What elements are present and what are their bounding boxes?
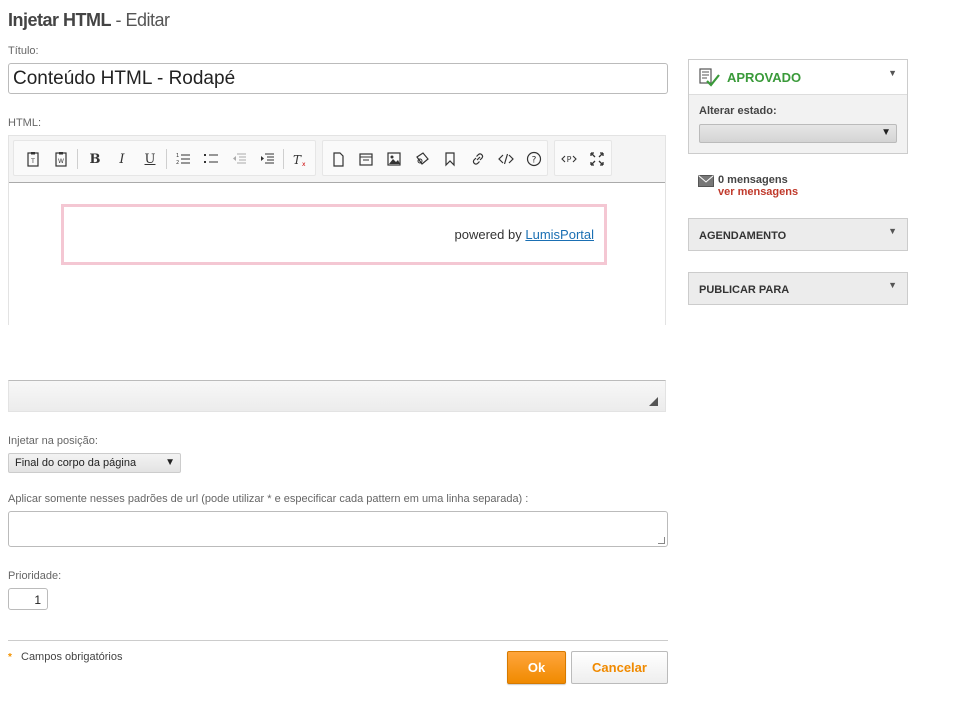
- editor-statusbar: [8, 380, 666, 412]
- numbered-list-icon[interactable]: 12: [174, 150, 192, 168]
- paste-word-icon[interactable]: W: [52, 150, 70, 168]
- decrease-indent-icon[interactable]: [230, 150, 248, 168]
- embed-icon[interactable]: P: [560, 150, 578, 168]
- title-input[interactable]: [8, 63, 668, 94]
- templates-icon[interactable]: [357, 150, 375, 168]
- underline-icon[interactable]: U: [141, 150, 159, 168]
- svg-text:P: P: [567, 155, 572, 164]
- textarea-resize-grip[interactable]: [658, 537, 665, 544]
- required-fields-note: Campos obrigatórios: [21, 651, 123, 663]
- priority-input[interactable]: 1: [8, 588, 48, 610]
- remove-format-icon[interactable]: Tx: [291, 150, 309, 168]
- view-messages-link[interactable]: ver mensagens: [718, 186, 798, 198]
- publish-to-panel[interactable]: PUBLICAR PARA ▼: [688, 272, 908, 305]
- scheduling-panel[interactable]: AGENDAMENTO ▼: [688, 218, 908, 251]
- powered-by-text: powered by LumisPortal: [455, 227, 594, 242]
- scheduling-panel-title: AGENDAMENTO: [699, 230, 787, 242]
- envelope-icon: [698, 174, 714, 192]
- page-title: Injetar HTML - Editar: [8, 10, 170, 31]
- toolbar-separator: [77, 149, 78, 169]
- editor-resize-handle[interactable]: [649, 397, 658, 406]
- position-label: Injetar na posição:: [8, 435, 98, 447]
- toolbar-group-format: T W B I U 12 Tx: [13, 140, 316, 176]
- status-title: APROVADO: [727, 70, 802, 85]
- svg-text:T: T: [293, 153, 302, 167]
- svg-text:1: 1: [176, 153, 179, 159]
- editor-toolbar: T W B I U 12 Tx ? P: [9, 136, 665, 183]
- position-selected-value: Final do corpo da página: [15, 457, 137, 469]
- toolbar-group-tools: P: [554, 140, 612, 176]
- italic-icon[interactable]: I: [113, 150, 131, 168]
- toolbar-separator: [166, 149, 167, 169]
- collapse-arrow-icon[interactable]: ▼: [888, 280, 897, 290]
- toolbar-separator: [283, 149, 284, 169]
- source-code-icon[interactable]: [497, 150, 515, 168]
- status-panel-header[interactable]: APROVADO ▼: [689, 60, 907, 95]
- page-title-main: Injetar HTML: [8, 10, 112, 30]
- lumisportal-link[interactable]: LumisPortal: [525, 227, 594, 242]
- editor-content-area[interactable]: powered by LumisPortal: [9, 183, 665, 325]
- help-icon[interactable]: ?: [525, 150, 543, 168]
- cancel-button[interactable]: Cancelar: [571, 651, 668, 684]
- svg-text:?: ?: [532, 156, 537, 166]
- new-page-icon[interactable]: [329, 150, 347, 168]
- injected-html-preview: powered by LumisPortal: [61, 204, 607, 265]
- required-marker: *: [8, 652, 12, 663]
- messages-count: 0 mensagens: [718, 174, 788, 186]
- link-icon[interactable]: [469, 150, 487, 168]
- alter-state-select[interactable]: ▼: [699, 124, 897, 143]
- html-label: HTML:: [8, 117, 41, 129]
- svg-text:2: 2: [176, 160, 179, 166]
- dropdown-arrow-icon: ▼: [165, 457, 175, 468]
- position-select[interactable]: Final do corpo da página ▼: [8, 453, 181, 473]
- bookmark-icon[interactable]: [441, 150, 459, 168]
- dropdown-arrow-icon: ▼: [881, 127, 891, 138]
- image-icon[interactable]: [385, 150, 403, 168]
- powered-by-label: powered by: [454, 227, 522, 242]
- alter-state-label: Alterar estado:: [699, 105, 777, 117]
- publish-to-panel-title: PUBLICAR PARA: [699, 284, 790, 296]
- collapse-arrow-icon[interactable]: ▼: [888, 68, 897, 78]
- bulleted-list-icon[interactable]: [202, 150, 220, 168]
- status-panel: APROVADO ▼ Alterar estado: ▼: [688, 59, 908, 154]
- anchor-icon[interactable]: [413, 150, 431, 168]
- paste-text-icon[interactable]: T: [24, 150, 42, 168]
- svg-text:x: x: [302, 161, 306, 167]
- title-label: Título:: [8, 45, 39, 57]
- ok-button[interactable]: Ok: [507, 651, 566, 684]
- toolbar-group-insert: ?: [322, 140, 548, 176]
- bold-icon[interactable]: B: [86, 150, 104, 168]
- maximize-icon[interactable]: [588, 150, 606, 168]
- svg-text:W: W: [58, 158, 64, 165]
- html-editor: T W B I U 12 Tx ? P powered by LumisPort…: [8, 135, 666, 325]
- form-divider: [8, 640, 668, 641]
- url-patterns-textarea[interactable]: [8, 511, 668, 547]
- collapse-arrow-icon[interactable]: ▼: [888, 226, 897, 236]
- priority-label: Prioridade:: [8, 570, 62, 582]
- page-title-sub: - Editar: [115, 10, 171, 30]
- url-patterns-label: Aplicar somente nesses padrões de url (p…: [8, 493, 529, 505]
- svg-text:T: T: [30, 158, 35, 165]
- approved-document-icon: [699, 68, 721, 93]
- increase-indent-icon[interactable]: [258, 150, 276, 168]
